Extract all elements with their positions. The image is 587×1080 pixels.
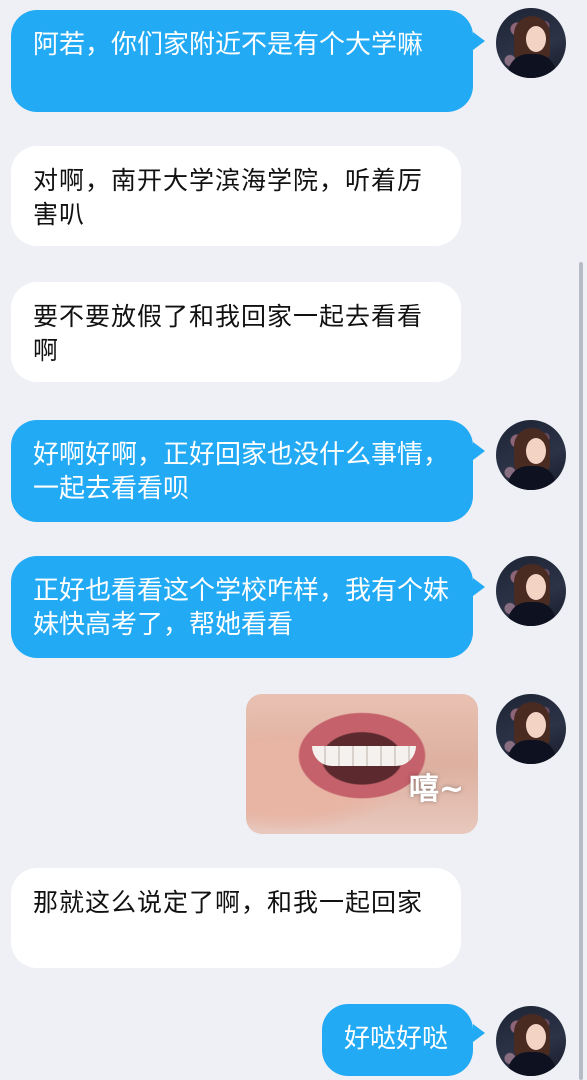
teeth-graphic xyxy=(312,746,416,766)
bubble-tail xyxy=(473,578,485,596)
message-text: 那就这么说定了啊，和我一起回家 xyxy=(33,888,424,917)
message-bubble-outgoing[interactable]: 阿若，你们家附近不是有个大学嘛 xyxy=(11,10,473,112)
message-bubble-incoming[interactable]: 那就这么说定了啊，和我一起回家 xyxy=(11,868,461,968)
message-bubble-outgoing[interactable]: 好啊好啊，正好回家也没什么事情，一起去看看呗 xyxy=(11,420,473,522)
message-bubble-outgoing[interactable]: 好哒好哒 xyxy=(322,1004,473,1076)
message-bubble-outgoing[interactable]: 正好也看看这个学校咋样，我有个妹妹快高考了，帮她看看 xyxy=(11,556,473,658)
avatar-girl-icon[interactable] xyxy=(496,1006,566,1076)
message-bubble-incoming[interactable]: 要不要放假了和我回家一起去看看啊 xyxy=(11,282,461,382)
scrollbar[interactable] xyxy=(579,262,583,1080)
bubble-tail xyxy=(473,1024,485,1042)
message-bubble-incoming[interactable]: 对啊，南开大学滨海学院，听着厉害叭 xyxy=(11,146,461,246)
bubble-tail xyxy=(473,442,485,460)
sticker-caption: 嘻~ xyxy=(408,772,464,807)
avatar-girl-icon[interactable] xyxy=(496,556,566,626)
avatar-girl-icon[interactable] xyxy=(496,694,566,764)
message-text: 阿若，你们家附近不是有个大学嘛 xyxy=(33,30,424,60)
bubble-tail xyxy=(473,32,485,50)
sticker-image-smile[interactable]: 嘻~ xyxy=(246,694,478,834)
message-text: 好啊好啊，正好回家也没什么事情，一起去看看呗 xyxy=(33,440,450,504)
message-text: 要不要放假了和我回家一起去看看啊 xyxy=(33,302,424,365)
message-text: 对啊，南开大学滨海学院，听着厉害叭 xyxy=(33,166,424,229)
avatar-girl-icon[interactable] xyxy=(496,8,566,78)
chat-window: 阿若，你们家附近不是有个大学嘛 对啊，南开大学滨海学院，听着厉害叭 要不要放假了… xyxy=(0,0,587,1080)
avatar-girl-icon[interactable] xyxy=(496,420,566,490)
message-text: 正好也看看这个学校咋样，我有个妹妹快高考了，帮她看看 xyxy=(33,576,450,640)
message-text: 好哒好哒 xyxy=(344,1024,449,1054)
